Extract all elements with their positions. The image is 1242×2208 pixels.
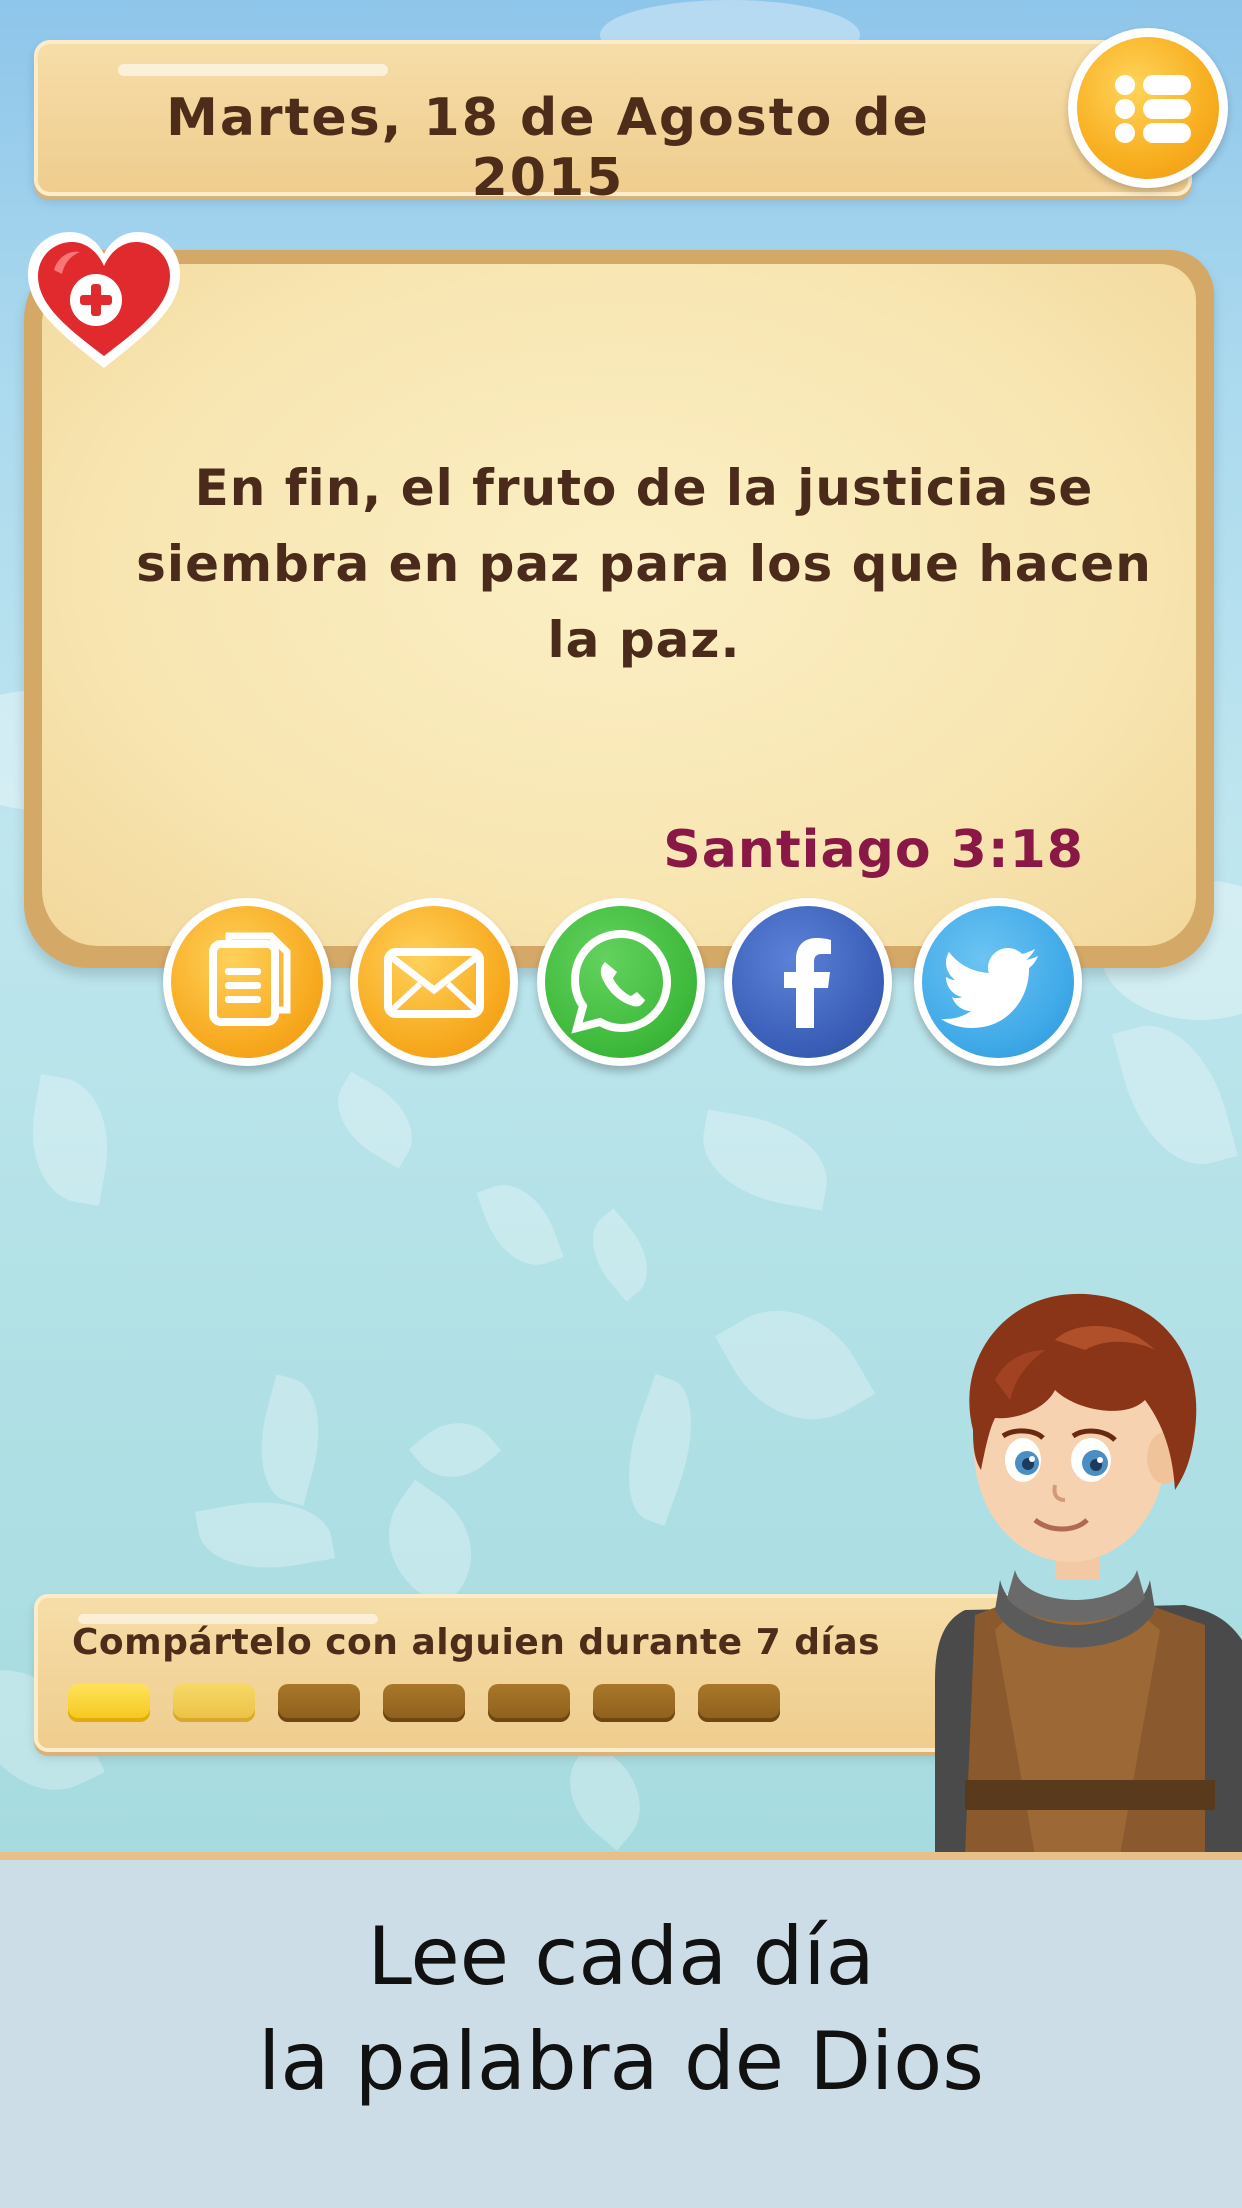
twitter-button[interactable] [914,898,1082,1066]
streak-day-4 [383,1684,465,1722]
background-leaf [476,1172,564,1278]
promo-caption: Lee cada día la palabra de Dios [0,1860,1242,2208]
verse-card: En fin, el fruto de la justicia se siemb… [24,250,1214,968]
copy-button[interactable] [163,898,331,1066]
background-leaf [245,1374,335,1506]
email-button[interactable] [350,898,518,1066]
streak-day-5 [488,1684,570,1722]
caption-line-2: la palabra de Dios [258,2015,984,2108]
app-screen: Martes, 18 de Agosto de 2015 En fin, el … [0,0,1242,1855]
background-leaf [20,1073,120,1207]
verse-text: En fin, el fruto de la justicia se siemb… [136,459,1152,669]
whatsapp-icon [570,929,672,1034]
verse-reference: Santiago 3:18 [663,820,1084,880]
streak-label: Compártelo con alguien durante 7 días [72,1622,881,1663]
envelope-icon [384,948,484,1018]
boy-character-illustration [935,1293,1242,1855]
caption-divider [0,1852,1242,1860]
streak-day-7 [698,1684,780,1722]
background-leaf [548,1739,662,1851]
twitter-bird-icon [941,948,1038,1028]
streak-day-1 [68,1684,150,1722]
streak-day-3 [278,1684,360,1722]
whatsapp-button[interactable] [537,898,705,1066]
list-menu-icon [1077,37,1219,179]
facebook-icon [784,938,831,1028]
background-leaf [714,1281,876,1449]
streak-day-6 [593,1684,675,1722]
streak-day-2 [173,1684,255,1722]
background-leaf [408,1404,502,1496]
background-leaf [575,1208,665,1302]
heart-plus-icon [28,232,180,368]
background-leaf [194,1489,336,1581]
background-leaf [694,1109,836,1211]
date-header: Martes, 18 de Agosto de 2015 [34,40,1192,208]
facebook-button[interactable] [724,898,892,1066]
document-copy-icon [209,932,291,1026]
background-leaf [607,1373,713,1527]
background-leaf [363,1479,497,1611]
background-leaf [321,1071,429,1169]
header-gloss [118,64,388,76]
background-leaf [1112,1010,1238,1180]
date-label: Martes, 18 de Agosto de 2015 [166,88,930,208]
menu-button[interactable] [1068,28,1228,188]
favorite-button[interactable] [24,226,184,376]
caption-line-1: Lee cada día [367,1910,875,2003]
share-streak-panel: Compártelo con alguien durante 7 días [34,1594,1022,1752]
